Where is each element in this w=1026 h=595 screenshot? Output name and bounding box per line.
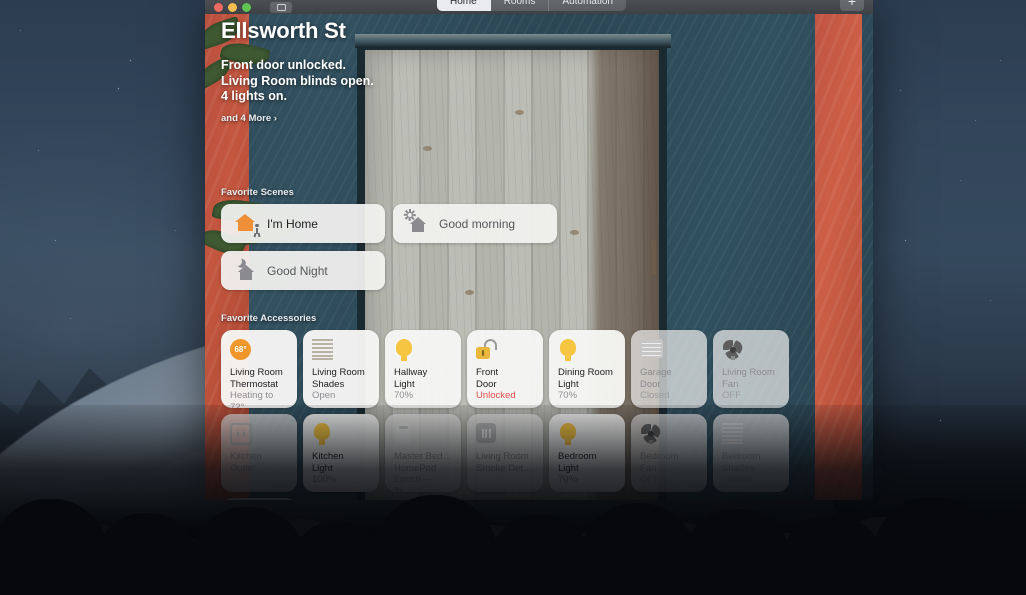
home-status-summary: Front door unlocked. Living Room blinds … <box>221 58 857 105</box>
add-accessory-button[interactable]: + <box>840 0 864 11</box>
sidebar-toggle-icon[interactable] <box>270 2 292 13</box>
page-title: Ellsworth St <box>221 18 857 44</box>
tab-automation[interactable]: Automation <box>549 0 626 11</box>
status-line: 4 lights on. <box>221 89 857 105</box>
traffic-lights <box>214 3 251 12</box>
status-line: Living Room blinds open. <box>221 74 857 90</box>
view-tabs: Home Rooms Automation <box>437 0 626 11</box>
window-toolbar: Home Rooms Automation + <box>205 0 873 14</box>
close-button[interactable] <box>214 3 223 12</box>
tab-home[interactable]: Home <box>437 0 491 11</box>
minimize-button[interactable] <box>228 3 237 12</box>
maximize-button[interactable] <box>242 3 251 12</box>
audience-silhouettes <box>0 405 1026 595</box>
tab-rooms[interactable]: Rooms <box>491 0 550 11</box>
and-more-link[interactable]: and 4 More › <box>221 113 857 124</box>
presentation-slide: Home Rooms Automation + Ellsworth St Fro… <box>0 0 1026 595</box>
status-line: Front door unlocked. <box>221 58 857 74</box>
